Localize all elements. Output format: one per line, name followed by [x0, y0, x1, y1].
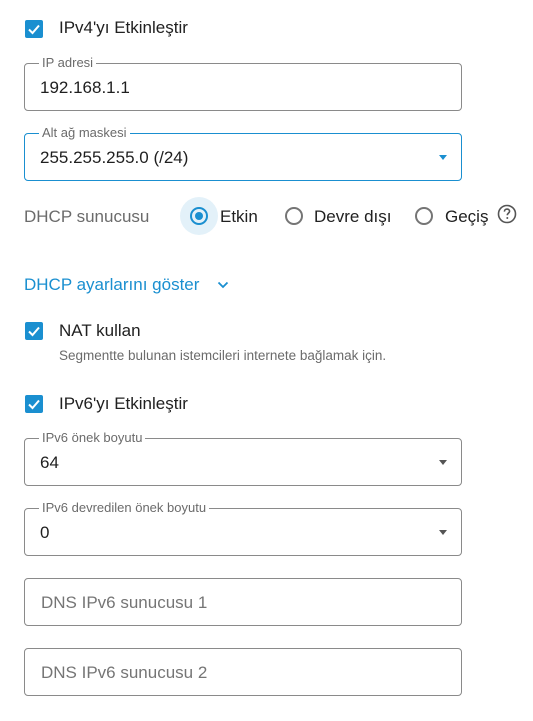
ipv6-enable-checkbox[interactable] [25, 395, 43, 413]
ipv6-prefix-value: 64 [40, 453, 59, 472]
caret-down-icon [439, 460, 447, 465]
ipv4-enable-checkbox[interactable] [25, 20, 43, 38]
ipv6-prefix-label: IPv6 önek boyutu [39, 430, 146, 446]
dhcp-option-disabled-label[interactable]: Devre dışı [314, 207, 391, 227]
ip-address-label: IP adresi [39, 55, 97, 71]
dns-ipv6-server-1-placeholder: DNS IPv6 sunucusu 1 [41, 593, 208, 612]
chevron-down-icon [218, 281, 229, 289]
dns-ipv6-server-2-input[interactable]: DNS IPv6 sunucusu 2 [24, 648, 462, 696]
ipv6-delegated-prefix-label: IPv6 devredilen önek boyutu [39, 500, 210, 516]
dhcp-settings-toggle[interactable]: DHCP ayarlarını göster [24, 275, 229, 295]
subnet-mask-label: Alt ağ maskesi [39, 125, 130, 141]
nat-checkbox[interactable] [25, 322, 43, 340]
ipv6-enable-label[interactable]: IPv6'yı Etkinleştir [59, 394, 188, 414]
dhcp-radio-passthrough[interactable] [415, 207, 433, 225]
dhcp-option-enabled-label[interactable]: Etkin [220, 207, 258, 227]
ipv6-delegated-prefix-select[interactable]: IPv6 devredilen önek boyutu 0 [24, 500, 462, 556]
ip-address-field[interactable]: IP adresi 192.168.1.1 [24, 55, 462, 111]
dhcp-server-label: DHCP sunucusu [24, 207, 150, 226]
nat-description: Segmentte bulunan istemcileri internete … [59, 348, 387, 363]
dns-ipv6-server-2-placeholder: DNS IPv6 sunucusu 2 [41, 663, 208, 682]
dhcp-radio-disabled[interactable] [285, 207, 303, 225]
subnet-mask-value: 255.255.255.0 (/24) [40, 148, 189, 167]
help-circle-icon[interactable] [497, 204, 517, 224]
ipv4-enable-label[interactable]: IPv4'yı Etkinleştir [59, 18, 188, 38]
check-icon [28, 326, 40, 337]
ip-address-value[interactable]: 192.168.1.1 [40, 78, 130, 98]
dhcp-option-passthrough-label[interactable]: Geçiş [445, 207, 488, 227]
ipv6-delegated-prefix-value: 0 [40, 523, 50, 542]
ipv6-prefix-select[interactable]: IPv6 önek boyutu 64 [24, 430, 462, 486]
caret-down-icon [439, 530, 447, 535]
caret-down-icon [439, 155, 447, 160]
check-icon [28, 24, 40, 35]
dhcp-settings-link[interactable]: DHCP ayarlarını göster [24, 275, 199, 295]
check-icon [28, 399, 40, 410]
nat-label[interactable]: NAT kullan [59, 321, 141, 341]
subnet-mask-select[interactable]: Alt ağ maskesi 255.255.255.0 (/24) [24, 125, 462, 181]
dhcp-radio-enabled[interactable] [190, 207, 208, 225]
dns-ipv6-server-1-input[interactable]: DNS IPv6 sunucusu 1 [24, 578, 462, 626]
